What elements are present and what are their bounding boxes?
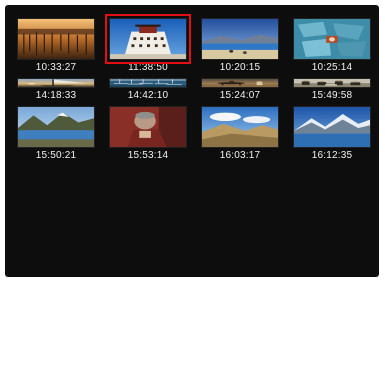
palace-building-photo[interactable] — [105, 14, 191, 64]
thumbnail-time: 15:49:58 — [311, 90, 353, 101]
thumbnail-time: 10:25:14 — [311, 62, 353, 73]
thumbnail-time: 14:18:33 — [35, 90, 77, 101]
sailboat-sunset-photo[interactable] — [17, 78, 95, 88]
mountain-lake-photo[interactable] — [17, 106, 95, 148]
thumbnail-time: 11:38:50 — [128, 62, 168, 73]
sunset-landscape-photo[interactable] — [17, 18, 95, 60]
thumbnail-item-selected[interactable]: 11:38:50 — [105, 14, 191, 75]
thumbnail-time: 15:24:07 — [219, 90, 261, 101]
thumbnail-item[interactable]: 14:42:10 — [105, 75, 191, 103]
thumbnail-time: 15:50:21 — [35, 150, 77, 161]
thumbnail-item[interactable]: 16:12:35 — [289, 103, 375, 163]
valley-clouds-photo[interactable] — [201, 106, 279, 148]
aerial-tents-photo[interactable] — [293, 18, 371, 60]
harbor-boats-photo[interactable] — [109, 78, 187, 88]
people-gathering-photo[interactable] — [293, 78, 371, 88]
rider-horse-photo[interactable] — [201, 78, 279, 88]
thumbnail-time: 15:53:14 — [127, 150, 169, 161]
thumbnail-item[interactable]: 15:50:21 — [13, 103, 99, 163]
snow-mountain-lake-photo[interactable] — [293, 106, 371, 148]
old-man-portrait-photo[interactable] — [109, 106, 187, 148]
thumbnail-item[interactable]: 10:33:27 — [13, 15, 99, 75]
thumbnail-time: 10:20:15 — [219, 62, 261, 73]
thumbnail-time: 16:12:35 — [311, 150, 353, 161]
thumbnail-item[interactable]: 10:20:15 — [197, 15, 283, 75]
thumbnail-browser: 10:33:27 11:38:50 10:20:15 10:25:14 14:1… — [5, 5, 379, 277]
thumbnail-item[interactable]: 10:25:14 — [289, 15, 375, 75]
thumbnail-grid: 10:33:27 11:38:50 10:20:15 10:25:14 14:1… — [13, 14, 375, 367]
thumbnail-item[interactable]: 15:24:07 — [197, 75, 283, 103]
thumbnail-time: 16:03:17 — [219, 150, 261, 161]
thumbnail-item[interactable]: 15:53:14 — [105, 103, 191, 163]
thumbnail-item[interactable]: 16:03:17 — [197, 103, 283, 163]
thumbnail-time: 10:33:27 — [35, 62, 77, 73]
thumbnail-time: 14:42:10 — [127, 90, 169, 101]
thumbnail-item[interactable]: 14:18:33 — [13, 75, 99, 103]
thumbnail-item[interactable]: 15:49:58 — [289, 75, 375, 103]
lake-shore-photo[interactable] — [201, 18, 279, 60]
